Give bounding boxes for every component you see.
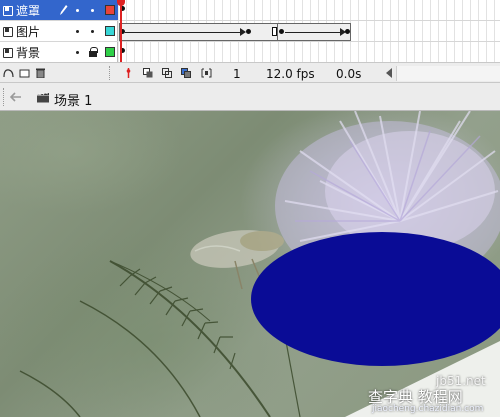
visibility-dot[interactable] [76, 51, 79, 54]
frame-row-background[interactable] [119, 42, 500, 63]
visibility-dot[interactable] [76, 9, 79, 12]
tween-separator [277, 23, 278, 41]
tween-line [125, 32, 240, 33]
lock-dot[interactable] [91, 30, 94, 33]
tween-line [285, 32, 342, 33]
layer-name: 遮罩 [16, 3, 41, 18]
layer-icon [2, 47, 13, 58]
current-frame: 1 [233, 67, 241, 81]
outline-color-swatch[interactable] [105, 5, 115, 15]
modify-onion-markers-icon[interactable] [201, 68, 212, 78]
new-folder-icon[interactable] [19, 68, 30, 78]
back-arrow-icon[interactable] [10, 91, 22, 103]
layer-list: 遮罩 图片 背景 [0, 0, 118, 63]
center-frame-icon[interactable] [123, 68, 134, 78]
layer-name: 图片 [16, 24, 41, 39]
masked-layer-icon [2, 26, 13, 37]
stage-artwork [19, 111, 500, 417]
layer-row-mask[interactable]: 遮罩 [0, 0, 118, 21]
lock-icon[interactable] [89, 47, 98, 57]
timeline-panel: 遮罩 图片 背景 1 12.0 fps 0.0s [0, 0, 500, 83]
layer-row-image[interactable]: 图片 [0, 21, 118, 42]
onion-skin-icon[interactable] [143, 68, 154, 78]
new-layer-icon[interactable] [3, 68, 14, 78]
outline-color-swatch[interactable] [105, 47, 115, 57]
lock-dot[interactable] [91, 9, 94, 12]
frame-row-image[interactable] [119, 21, 500, 42]
playhead[interactable] [120, 0, 122, 62]
frame-row-mask[interactable] [119, 0, 500, 21]
watermark-url: jiaocheng.chazidian.com [372, 404, 484, 414]
outline-color-swatch[interactable] [105, 26, 115, 36]
trash-icon[interactable] [35, 68, 46, 78]
edit-multiple-frames-icon[interactable] [181, 68, 192, 78]
layer-name: 背景 [16, 45, 41, 60]
edit-bar: 场景 1 [0, 83, 500, 111]
keyframe[interactable] [345, 29, 350, 34]
keyframe[interactable] [279, 29, 284, 34]
timeline-toolbar: 1 12.0 fps 0.0s [0, 62, 500, 83]
mask-layer-icon [2, 5, 13, 16]
divider [3, 88, 5, 106]
clapperboard-icon [37, 92, 49, 103]
onion-skin-outlines-icon[interactable] [162, 68, 173, 78]
elapsed-time: 0.0s [336, 67, 362, 81]
visibility-dot[interactable] [76, 30, 79, 33]
keyframe[interactable] [246, 29, 251, 34]
layer-row-background[interactable]: 背景 [0, 42, 118, 63]
frame-grid[interactable] [119, 0, 500, 63]
pencil-icon [60, 5, 68, 15]
mask-ellipse-shape [251, 232, 500, 366]
scroll-left-icon[interactable] [386, 68, 392, 78]
scene-label[interactable]: 场景 1 [54, 90, 92, 109]
frame-rate[interactable]: 12.0 fps [266, 67, 315, 81]
horizontal-scrollbar[interactable] [396, 66, 500, 81]
stage[interactable]: jb51.net 查字典 教程网 jiaocheng.chazidian.com [0, 111, 500, 417]
divider [109, 66, 111, 80]
